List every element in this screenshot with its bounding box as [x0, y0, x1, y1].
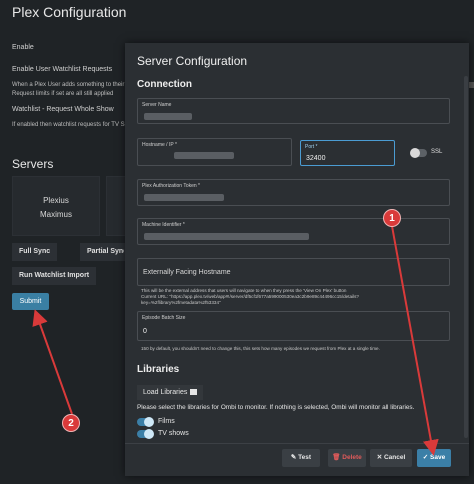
annotation-arrows [32, 225, 439, 456]
annotation-badge-2: 2 [62, 414, 80, 432]
annotation-badge-1: 1 [383, 209, 401, 227]
arrow-1 [391, 225, 439, 456]
arrow-2 [32, 309, 73, 415]
